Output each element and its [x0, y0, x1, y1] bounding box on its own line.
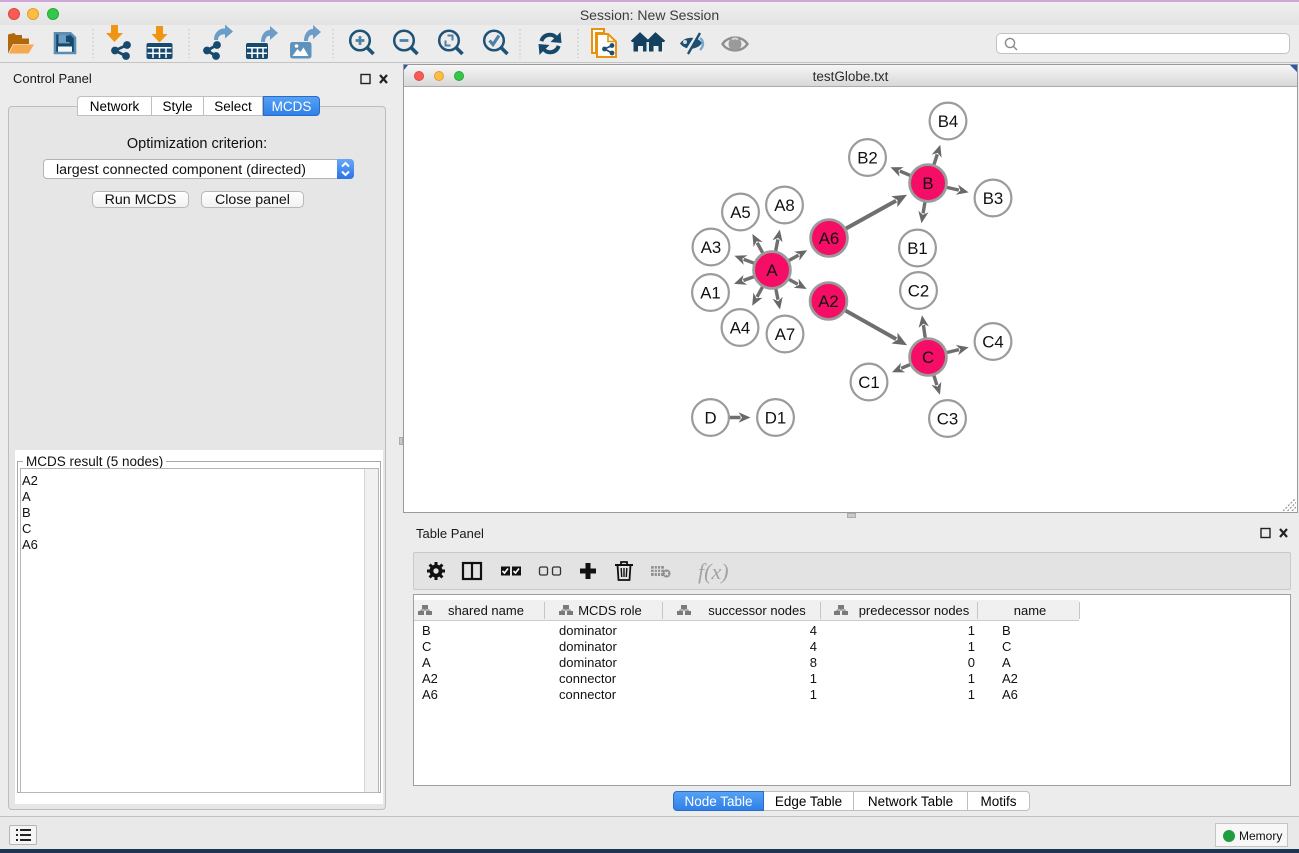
- svg-text:connector: connector: [559, 687, 617, 702]
- svg-text:C: C: [422, 639, 431, 654]
- svg-text:C2: C2: [908, 281, 929, 300]
- svg-text:A6: A6: [1002, 687, 1018, 702]
- svg-text:D1: D1: [765, 408, 786, 427]
- svg-text:A: A: [1002, 655, 1011, 670]
- svg-text:A6: A6: [819, 229, 840, 248]
- svg-text:C4: C4: [982, 332, 1003, 351]
- svg-text:D: D: [704, 408, 716, 427]
- svg-text:4: 4: [810, 639, 817, 654]
- svg-text:1: 1: [968, 639, 975, 654]
- svg-text:MCDS role: MCDS role: [578, 603, 642, 618]
- svg-text:A2: A2: [422, 671, 438, 686]
- svg-text:4: 4: [810, 623, 817, 638]
- svg-text:C1: C1: [858, 373, 879, 392]
- svg-text:dominator: dominator: [559, 639, 617, 654]
- svg-text:A2: A2: [1002, 671, 1018, 686]
- svg-text:C3: C3: [937, 409, 958, 428]
- svg-text:A4: A4: [730, 318, 751, 337]
- svg-text:predecessor nodes: predecessor nodes: [859, 603, 970, 618]
- svg-text:1: 1: [810, 687, 817, 702]
- svg-text:name: name: [1014, 603, 1047, 618]
- svg-text:A6: A6: [422, 687, 438, 702]
- svg-text:A1: A1: [700, 283, 721, 302]
- svg-text:B: B: [922, 174, 933, 193]
- svg-text:A8: A8: [774, 196, 795, 215]
- svg-text:1: 1: [968, 687, 975, 702]
- svg-text:A7: A7: [775, 325, 796, 344]
- svg-text:B: B: [422, 623, 431, 638]
- svg-text:A: A: [766, 261, 778, 280]
- svg-text:1: 1: [968, 671, 975, 686]
- svg-text:A: A: [422, 655, 431, 670]
- svg-text:A5: A5: [730, 203, 751, 222]
- svg-text:shared name: shared name: [448, 603, 524, 618]
- svg-text:A3: A3: [701, 238, 722, 257]
- svg-text:1: 1: [810, 671, 817, 686]
- svg-text:dominator: dominator: [559, 655, 617, 670]
- svg-text:1: 1: [968, 623, 975, 638]
- svg-text:B3: B3: [983, 189, 1004, 208]
- svg-text:B4: B4: [938, 112, 959, 131]
- svg-text:connector: connector: [559, 671, 617, 686]
- svg-text:8: 8: [810, 655, 817, 670]
- svg-text:C: C: [922, 348, 934, 367]
- svg-text:B1: B1: [907, 239, 928, 258]
- svg-text:f(x): f(x): [698, 559, 729, 584]
- svg-text:B: B: [1002, 623, 1011, 638]
- svg-text:A2: A2: [818, 292, 839, 311]
- svg-text:C: C: [1002, 639, 1011, 654]
- svg-text:dominator: dominator: [559, 623, 617, 638]
- svg-text:B2: B2: [857, 148, 878, 167]
- svg-text:successor nodes: successor nodes: [708, 603, 806, 618]
- svg-text:0: 0: [968, 655, 975, 670]
